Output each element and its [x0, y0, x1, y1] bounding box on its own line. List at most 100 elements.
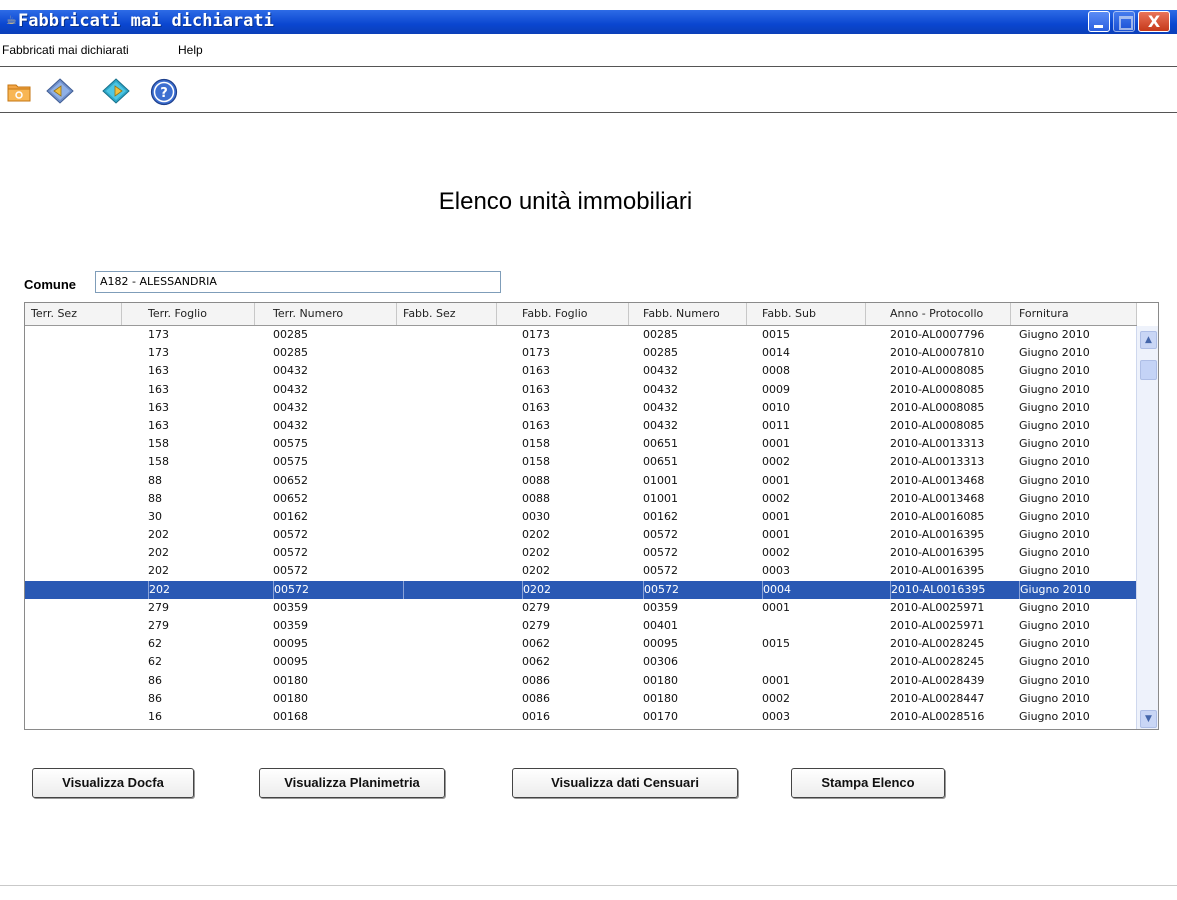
table-cell: Giugno 2010	[1019, 346, 1090, 360]
close-button[interactable]: X	[1138, 11, 1170, 32]
table-cell: 158	[148, 455, 169, 469]
table-row[interactable]: 86 00180 0086 00180 0001 2010-AL0028439 Giugno…	[25, 672, 1137, 690]
table-row[interactable]: 88 00652 0088 01001 0001 2010-AL0013468 Giugno…	[25, 472, 1137, 490]
table-row[interactable]: 163 00432 0163 00432 0011 2010-AL0008085 Giugn…	[25, 417, 1137, 435]
table-cell: 2010-AL0008085	[890, 400, 985, 414]
table-cell: 00572	[273, 546, 308, 560]
scroll-up-arrow-icon[interactable]: ▲	[1140, 331, 1157, 349]
table-cell: 0004	[762, 580, 791, 599]
menu-divider	[0, 66, 1177, 67]
column-header[interactable]: Terr. Foglio	[122, 303, 255, 325]
table-cell: 00572	[643, 546, 678, 560]
table-cell: 202	[148, 564, 169, 578]
table-cell: 2010-AL0008085	[890, 364, 985, 378]
diamond-back-icon[interactable]	[46, 78, 74, 104]
column-header[interactable]: Terr. Numero	[255, 303, 397, 325]
table-cell: 00285	[273, 328, 308, 341]
table-cell: 0163	[522, 418, 550, 432]
table-row[interactable]: 279 00359 0279 00401 2010-AL0025971 Giugno 20…	[25, 617, 1137, 635]
scroll-thumb[interactable]	[1140, 360, 1157, 380]
column-header[interactable]: Fabb. Numero	[629, 303, 747, 325]
comune-field[interactable]: A182 - ALESSANDRIA	[95, 271, 501, 293]
visualizza-planimetria-button[interactable]: Visualizza Planimetria	[259, 768, 445, 798]
column-header[interactable]: Anno - Protocollo	[866, 303, 1011, 325]
table-cell: 0173	[522, 328, 550, 341]
table-row[interactable]: 173 00285 0173 00285 0014 2010-AL0007810 Giugn…	[25, 344, 1137, 362]
table-cell: 202	[148, 546, 169, 560]
table-cell: 2010-AL0008085	[890, 382, 985, 396]
table-cell: 00359	[273, 619, 308, 632]
table-cell: 00285	[643, 346, 678, 360]
table-cell: 00401	[643, 619, 678, 632]
column-header[interactable]: Fabb. Sez	[397, 303, 497, 325]
table-cell: Giugno 2010	[1019, 655, 1090, 669]
table-cell: 2010-AL0007796	[890, 328, 985, 341]
table-row[interactable]: 202 00572 0202 00572 0003 2010-AL0016395 Giugn…	[25, 562, 1137, 580]
table-cell: 0001	[762, 509, 790, 523]
table-cell: 00432	[273, 400, 308, 414]
column-header[interactable]: Terr. Sez	[25, 303, 122, 325]
table-row[interactable]: 202 00572 0202 00572 0004 2010-AL0016395 Giugn…	[25, 580, 1137, 599]
table-row[interactable]: 163 00432 0163 00432 0009 2010-AL0008085 Giugn…	[25, 381, 1137, 399]
table-cell: Giugno 2010	[1019, 491, 1090, 505]
table-cell: 0202	[522, 528, 550, 542]
minimize-button[interactable]	[1088, 11, 1110, 32]
table-cell: 00359	[643, 600, 678, 614]
table-cell: 0158	[522, 437, 550, 451]
table-cell: Giugno 2010	[1019, 673, 1090, 687]
table-row[interactable]: 202 00572 0202 00572 0002 2010-AL0016395 Giugn…	[25, 544, 1137, 562]
vertical-scrollbar[interactable]: ▲ ▼	[1136, 326, 1158, 729]
table-row[interactable]: 62 00095 0062 00306 2010-AL0028245 Giugno 201…	[25, 653, 1137, 671]
table-cell: 00432	[643, 382, 678, 396]
table-row[interactable]: 163 00432 0163 00432 0010 2010-AL0008085 Giugn…	[25, 399, 1137, 417]
table-cell: Giugno 2010	[1019, 564, 1090, 578]
table-cell: 202	[148, 580, 170, 599]
table-cell: 0003	[762, 709, 790, 723]
table-cell: Giugno 2010	[1019, 709, 1090, 723]
visualizza-docfa-button[interactable]: Visualizza Docfa	[32, 768, 194, 798]
table-cell: 62	[148, 637, 162, 651]
menu-fabbricati[interactable]: Fabbricati mai dichiarati	[2, 43, 129, 57]
stampa-elenco-button[interactable]: Stampa Elenco	[791, 768, 945, 798]
table-row[interactable]: 16 00168 0016 00170 0003 2010-AL0028516 Giugno…	[25, 708, 1137, 726]
help-icon[interactable]: ?	[150, 78, 178, 106]
table-cell: 00572	[643, 528, 678, 542]
comune-label: Comune	[24, 277, 76, 292]
table-cell: 173	[148, 328, 169, 341]
table-cell: 00285	[643, 328, 678, 341]
table-row[interactable]: 163 00432 0163 00432 0008 2010-AL0008085 Giugn…	[25, 362, 1137, 380]
table-cell: Giugno 2010	[1019, 455, 1090, 469]
table-cell: 2010-AL0028516	[890, 709, 985, 723]
status-divider	[0, 885, 1177, 886]
menu-help[interactable]: Help	[178, 43, 203, 57]
table-row[interactable]: 202 00572 0202 00572 0001 2010-AL0016395 Giugn…	[25, 526, 1137, 544]
table-row[interactable]: 158 00575 0158 00651 0001 2010-AL0013313 Giugn…	[25, 435, 1137, 453]
column-header[interactable]: Fabb. Foglio	[497, 303, 629, 325]
table-row[interactable]: 62 00095 0062 00095 0015 2010-AL0028245 Giugno…	[25, 635, 1137, 653]
page-title: Elenco unità immobiliari	[0, 188, 1177, 216]
column-header[interactable]: Fabb. Sub	[747, 303, 866, 325]
diamond-forward-icon[interactable]	[102, 78, 130, 104]
table-cell: Giugno 2010	[1019, 619, 1090, 632]
table-cell: Giugno 2010	[1019, 691, 1090, 705]
column-header[interactable]: Fornitura	[1011, 303, 1137, 325]
scroll-down-arrow-icon[interactable]: ▼	[1140, 710, 1157, 728]
toolbar: ?	[0, 68, 1177, 113]
table-row[interactable]: 279 00359 0279 00359 0001 2010-AL0025971 Giugn…	[25, 599, 1137, 617]
visualizza-dati-censuari-button[interactable]: Visualizza dati Censuari	[512, 768, 738, 798]
folder-open-icon[interactable]	[6, 78, 32, 104]
table-row[interactable]: 86 00180 0086 00180 0002 2010-AL0028447 Giugno…	[25, 690, 1137, 708]
table-cell: 0016	[522, 709, 550, 723]
table-cell: 0088	[522, 491, 550, 505]
table-cell: 2010-AL0013313	[890, 455, 985, 469]
table-cell: Giugno 2010	[1019, 509, 1090, 523]
table-cell: 88	[148, 473, 162, 487]
table-cell: 00575	[273, 437, 308, 451]
table-cell: 00432	[643, 418, 678, 432]
table-cell: 173	[148, 346, 169, 360]
maximize-button[interactable]	[1113, 11, 1135, 32]
table-row[interactable]: 158 00575 0158 00651 0002 2010-AL0013313 Giugn…	[25, 453, 1137, 471]
table-row[interactable]: 173 00285 0173 00285 0015 2010-AL0007796 Giugn…	[25, 326, 1137, 344]
table-row[interactable]: 30 00162 0030 00162 0001 2010-AL0016085 Giugno…	[25, 508, 1137, 526]
table-row[interactable]: 88 00652 0088 01001 0002 2010-AL0013468 Giugno…	[25, 490, 1137, 508]
